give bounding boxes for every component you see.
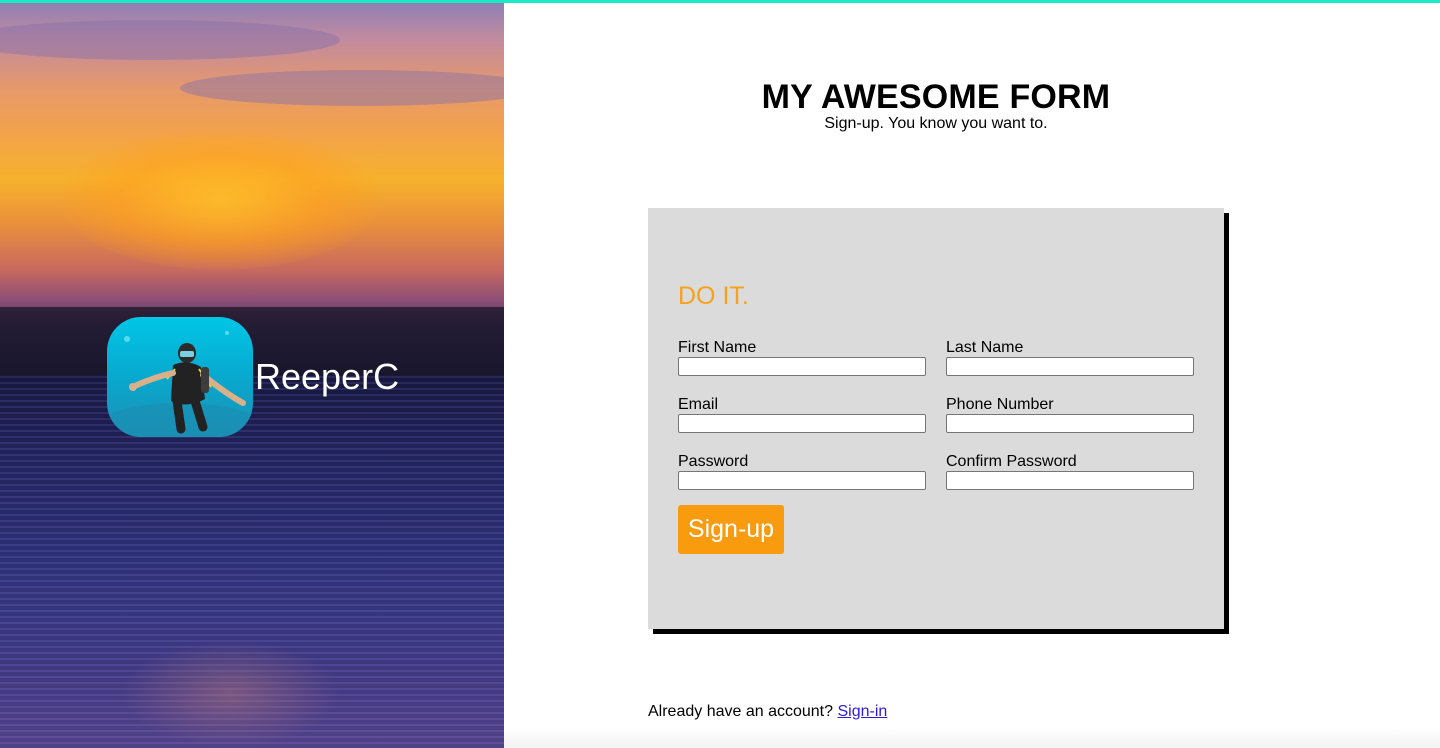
profile: ReeperC bbox=[107, 317, 399, 437]
sun-reflection bbox=[120, 640, 340, 748]
last-name-field[interactable] bbox=[946, 357, 1194, 376]
hero-panel: ReeperC bbox=[0, 0, 504, 748]
page-subtitle: Sign-up. You know you want to. bbox=[824, 115, 1048, 132]
signup-form: DO IT. First Name Last Name Email Phone … bbox=[648, 208, 1224, 629]
signup-button[interactable]: Sign-up bbox=[678, 505, 784, 554]
first-name-group: First Name bbox=[678, 339, 926, 376]
phone-field[interactable] bbox=[946, 414, 1194, 433]
first-name-label: First Name bbox=[678, 339, 757, 356]
email-group: Email bbox=[678, 396, 926, 433]
password-label: Password bbox=[678, 453, 749, 470]
username: ReeperC bbox=[255, 356, 400, 397]
cloud bbox=[180, 70, 504, 106]
page-title: MY AWESOME FORM bbox=[761, 78, 1111, 116]
signin-prompt: Already have an account? bbox=[648, 703, 834, 720]
signin-row: Already have an account? Sign-in bbox=[648, 703, 887, 721]
bottom-fade bbox=[504, 728, 1440, 748]
confirm-password-field[interactable] bbox=[946, 471, 1194, 490]
signin-link[interactable]: Sign-in bbox=[837, 703, 887, 720]
diver-image bbox=[107, 331, 253, 437]
last-name-group: Last Name bbox=[946, 339, 1194, 376]
email-field[interactable] bbox=[678, 414, 926, 433]
top-accent-bar bbox=[0, 0, 1440, 3]
avatar bbox=[107, 317, 253, 437]
phone-group: Phone Number bbox=[946, 396, 1194, 433]
sunset-glow bbox=[60, 130, 380, 270]
last-name-label: Last Name bbox=[946, 339, 1024, 356]
confirm-password-group: Confirm Password bbox=[946, 453, 1194, 490]
password-field[interactable] bbox=[678, 471, 926, 490]
cloud bbox=[0, 20, 340, 60]
main-content: MY AWESOME FORM Sign-up. You know you wa… bbox=[504, 0, 1440, 748]
phone-label: Phone Number bbox=[946, 396, 1054, 413]
first-name-field[interactable] bbox=[678, 357, 926, 376]
page: ReeperC MY AWESOME FORM Sign-up. You kno… bbox=[0, 0, 1440, 748]
email-label: Email bbox=[678, 396, 719, 413]
form-heading: DO IT. bbox=[678, 282, 749, 310]
confirm-password-label: Confirm Password bbox=[946, 453, 1077, 470]
password-group: Password bbox=[678, 453, 926, 490]
